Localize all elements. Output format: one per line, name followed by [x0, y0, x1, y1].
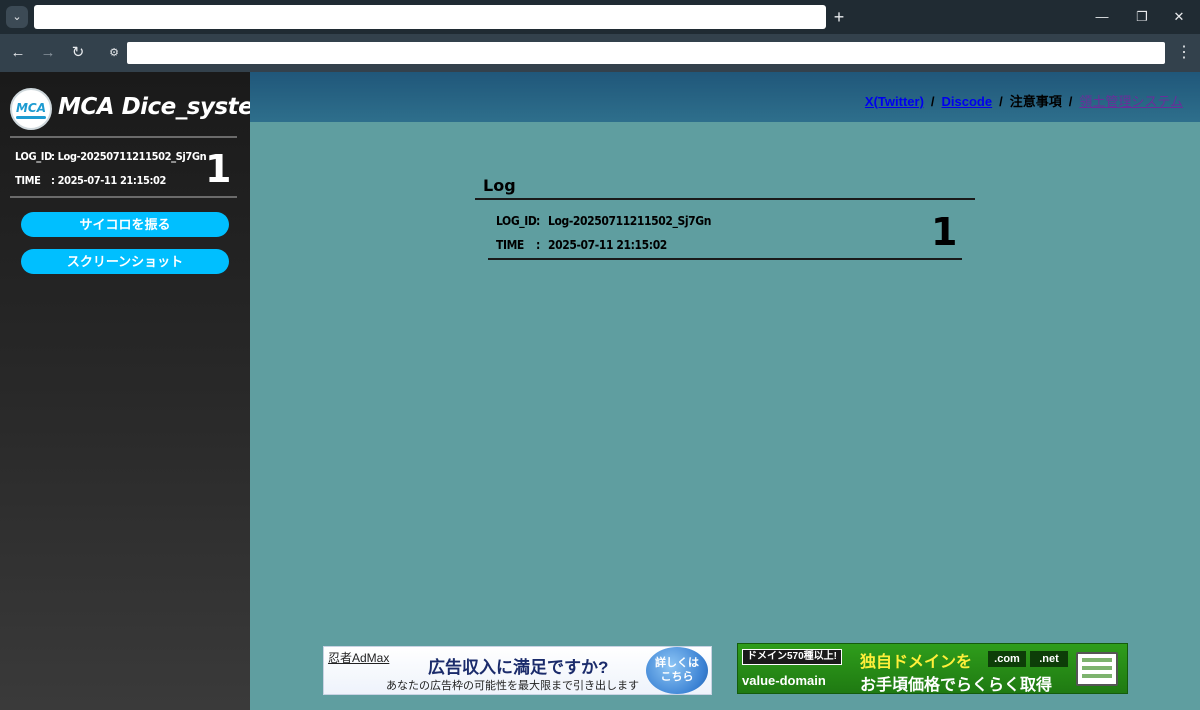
roll-dice-button[interactable]: サイコロを振る [21, 212, 229, 237]
domain-count-tag: ドメイン570種以上! [742, 649, 843, 665]
minimize-icon[interactable]: — [1088, 5, 1116, 29]
tld-net-badge: .net [1030, 651, 1068, 667]
address-bar[interactable] [127, 42, 1165, 64]
back-arrow-icon[interactable]: ← [6, 41, 30, 65]
site-info-icon[interactable]: ⚙ [104, 43, 124, 63]
sidebar-divider [10, 196, 237, 198]
admax-subtext: あなたの広告枠の可能性を最大限まで引き出します [386, 680, 639, 692]
forward-arrow-icon[interactable]: → [36, 41, 60, 65]
browser-toolbar: ← → ↻ ⚙ ⋮ [0, 34, 1200, 72]
nav-separator: / [999, 94, 1003, 109]
value-domain-ad-banner[interactable]: ドメイン570種以上! 独自ドメインを .com .net value-doma… [737, 643, 1128, 694]
browser-menu-icon[interactable]: ⋮ [1176, 41, 1192, 65]
log-id-value: Log-20250711211502_Sj7Gn [548, 214, 711, 228]
log-dice-result: 1 [931, 210, 958, 254]
log-heading: Log [483, 176, 516, 195]
time-colon: : [536, 238, 540, 252]
admax-details-badge[interactable]: 詳しくは こちら [646, 647, 708, 694]
browser-tab-active[interactable] [34, 5, 826, 29]
territory-system-link[interactable]: 領土管理システム [1079, 94, 1183, 109]
value-domain-footer: お手頃価格でらくらく取得 [860, 677, 1053, 694]
reload-icon[interactable]: ↻ [66, 41, 90, 65]
logo-text: MCA [15, 101, 47, 115]
mca-logo: MCA [10, 88, 52, 130]
discord-link[interactable]: Discode [942, 94, 993, 109]
tab-search-chevron-down-icon[interactable]: ⌄ [6, 6, 28, 28]
site-title: MCA Dice_system [58, 94, 277, 120]
new-tab-plus-icon[interactable]: + [831, 5, 847, 29]
top-nav: X(Twitter) / Discode / 注意事項 / 領土管理システム [865, 91, 1183, 110]
value-domain-headline: 独自ドメインを [860, 654, 973, 671]
top-header: X(Twitter) / Discode / 注意事項 / 領土管理システム [250, 72, 1200, 122]
log-entry-id: LOG_ID: Log-20250711211502_Sj7Gn [496, 214, 711, 228]
log-id-key: LOG_ID [15, 150, 52, 163]
time-key: TIME [496, 238, 524, 252]
nav-separator: / [930, 94, 935, 109]
admax-brand: 忍者AdMax [328, 651, 390, 665]
admax-headline: 広告収入に満足ですか? [428, 658, 609, 677]
log-id-value: : Log-20250711211502_Sj7Gn [51, 150, 207, 163]
close-icon[interactable]: ✕ [1165, 5, 1193, 29]
badge-line: 詳しくは [655, 657, 699, 669]
sidebar: MCA MCA Dice_system LOG_ID: Log-20250711… [0, 72, 277, 710]
sidebar-divider [10, 136, 237, 138]
time-key: TIME [15, 174, 41, 187]
sidebar-log-id: LOG_ID: Log-20250711211502_Sj7Gn [15, 150, 207, 163]
twitter-link[interactable]: X(Twitter) [865, 94, 924, 109]
notes-link[interactable]: 注意事項 [1010, 94, 1062, 109]
browser-tab-bar: ⌄ + — ❐ ✕ [0, 0, 1200, 34]
screenshot-button[interactable]: スクリーンショット [21, 249, 229, 274]
nav-separator: / [1068, 94, 1073, 109]
time-value: 2025-07-11 21:15:02 [548, 238, 667, 252]
time-value: : 2025-07-11 21:15:02 [51, 174, 166, 187]
restore-icon[interactable]: ❐ [1128, 5, 1156, 29]
brand: MCA MCA Dice_system [10, 88, 277, 132]
tld-com-badge: .com [988, 651, 1026, 667]
log-entry-rule [488, 258, 962, 260]
log-id-key: LOG_ID [496, 214, 537, 228]
sidebar-time: TIME : 2025-07-11 21:15:02 [15, 174, 166, 187]
value-domain-brand: value-domain [742, 673, 826, 688]
log-entry-time: TIME:2025-07-11 21:15:02 [496, 238, 667, 252]
sidebar-dice-result: 1 [205, 147, 232, 191]
computer-icon [1076, 652, 1118, 686]
admax-ad-banner[interactable]: 忍者AdMax 広告収入に満足ですか? あなたの広告枠の可能性を最大限まで引き出… [323, 646, 712, 695]
log-id-colon: : [536, 214, 540, 228]
badge-line: こちら [660, 671, 694, 683]
logo-swoosh [16, 116, 46, 119]
log-heading-rule [475, 198, 975, 200]
